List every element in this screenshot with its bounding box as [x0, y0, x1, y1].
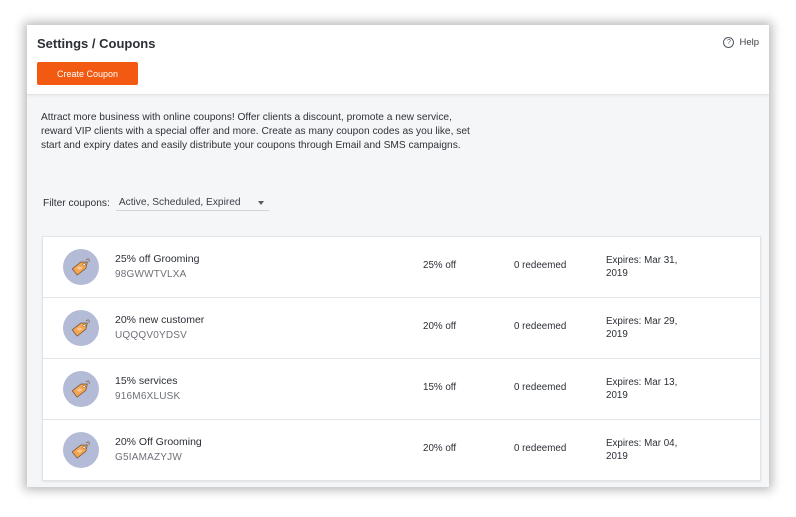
coupon-redeemed: 0 redeemed [514, 260, 567, 271]
coupon-name: 20% Off Grooming [115, 436, 202, 448]
price-tag-icon: % [63, 249, 99, 285]
page-title: Settings / Coupons [37, 36, 156, 51]
coupon-discount: 20% off [423, 443, 457, 454]
chevron-down-icon [257, 200, 264, 205]
filter-label: Filter coupons: [43, 197, 110, 209]
price-tag-icon: % [63, 432, 99, 468]
coupon-redeemed: 0 redeemed [514, 382, 567, 393]
coupon-discount: 20% off [423, 321, 457, 332]
coupon-code: 916M6XLUSK [115, 391, 181, 402]
coupon-code: 98GWWTVLXA [115, 269, 187, 280]
help-label: Help [739, 37, 759, 48]
coupon-code: UQQQV0YDSV [115, 330, 188, 341]
filter-selected-value: Active, Scheduled, Expired [118, 197, 241, 208]
coupon-redeemed: 0 redeemed [514, 443, 567, 454]
coupon-expires: Expires: Mar 31, 2019 [606, 255, 678, 279]
coupon-name: 25% off Grooming [115, 253, 200, 265]
intro-text: Attract more business with online coupon… [41, 112, 470, 151]
price-tag-icon: % [63, 310, 99, 346]
coupon-discount: 25% off [423, 260, 457, 271]
coupon-row[interactable]: % 15% services 916M6XLUSK 15% off 0 rede… [43, 359, 760, 420]
filter-select[interactable]: Active, Scheduled, Expired [115, 195, 269, 211]
coupon-expires: Expires: Mar 13, 2019 [606, 377, 678, 401]
filter-bar: Filter coupons: Active, Scheduled, Expir… [43, 195, 269, 211]
coupon-expires: Expires: Mar 04, 2019 [606, 438, 678, 462]
page-header: Settings / Coupons ? Help Create Coupon [27, 25, 769, 95]
coupon-name: 15% services [115, 375, 178, 387]
coupon-name: 20% new customer [115, 314, 205, 326]
coupons-window: Settings / Coupons ? Help Create Coupon … [27, 25, 769, 487]
help-link[interactable]: ? Help [723, 37, 759, 48]
coupon-row[interactable]: % 25% off Grooming 98GWWTVLXA 25% off 0 … [43, 237, 760, 298]
price-tag-icon: % [63, 371, 99, 407]
coupon-row[interactable]: % 20% Off Grooming G5IAMAZYJW 20% off 0 … [43, 420, 760, 480]
help-icon: ? [723, 37, 735, 48]
coupon-redeemed: 0 redeemed [514, 321, 567, 332]
create-coupon-button[interactable]: Create Coupon [37, 62, 138, 85]
coupon-code: G5IAMAZYJW [115, 452, 183, 463]
coupon-expires: Expires: Mar 29, 2019 [606, 316, 678, 340]
coupon-list: % 25% off Grooming 98GWWTVLXA 25% off 0 … [42, 236, 761, 481]
coupon-discount: 15% off [423, 382, 457, 393]
coupon-row[interactable]: % 20% new customer UQQQV0YDSV 20% off 0 … [43, 298, 760, 359]
